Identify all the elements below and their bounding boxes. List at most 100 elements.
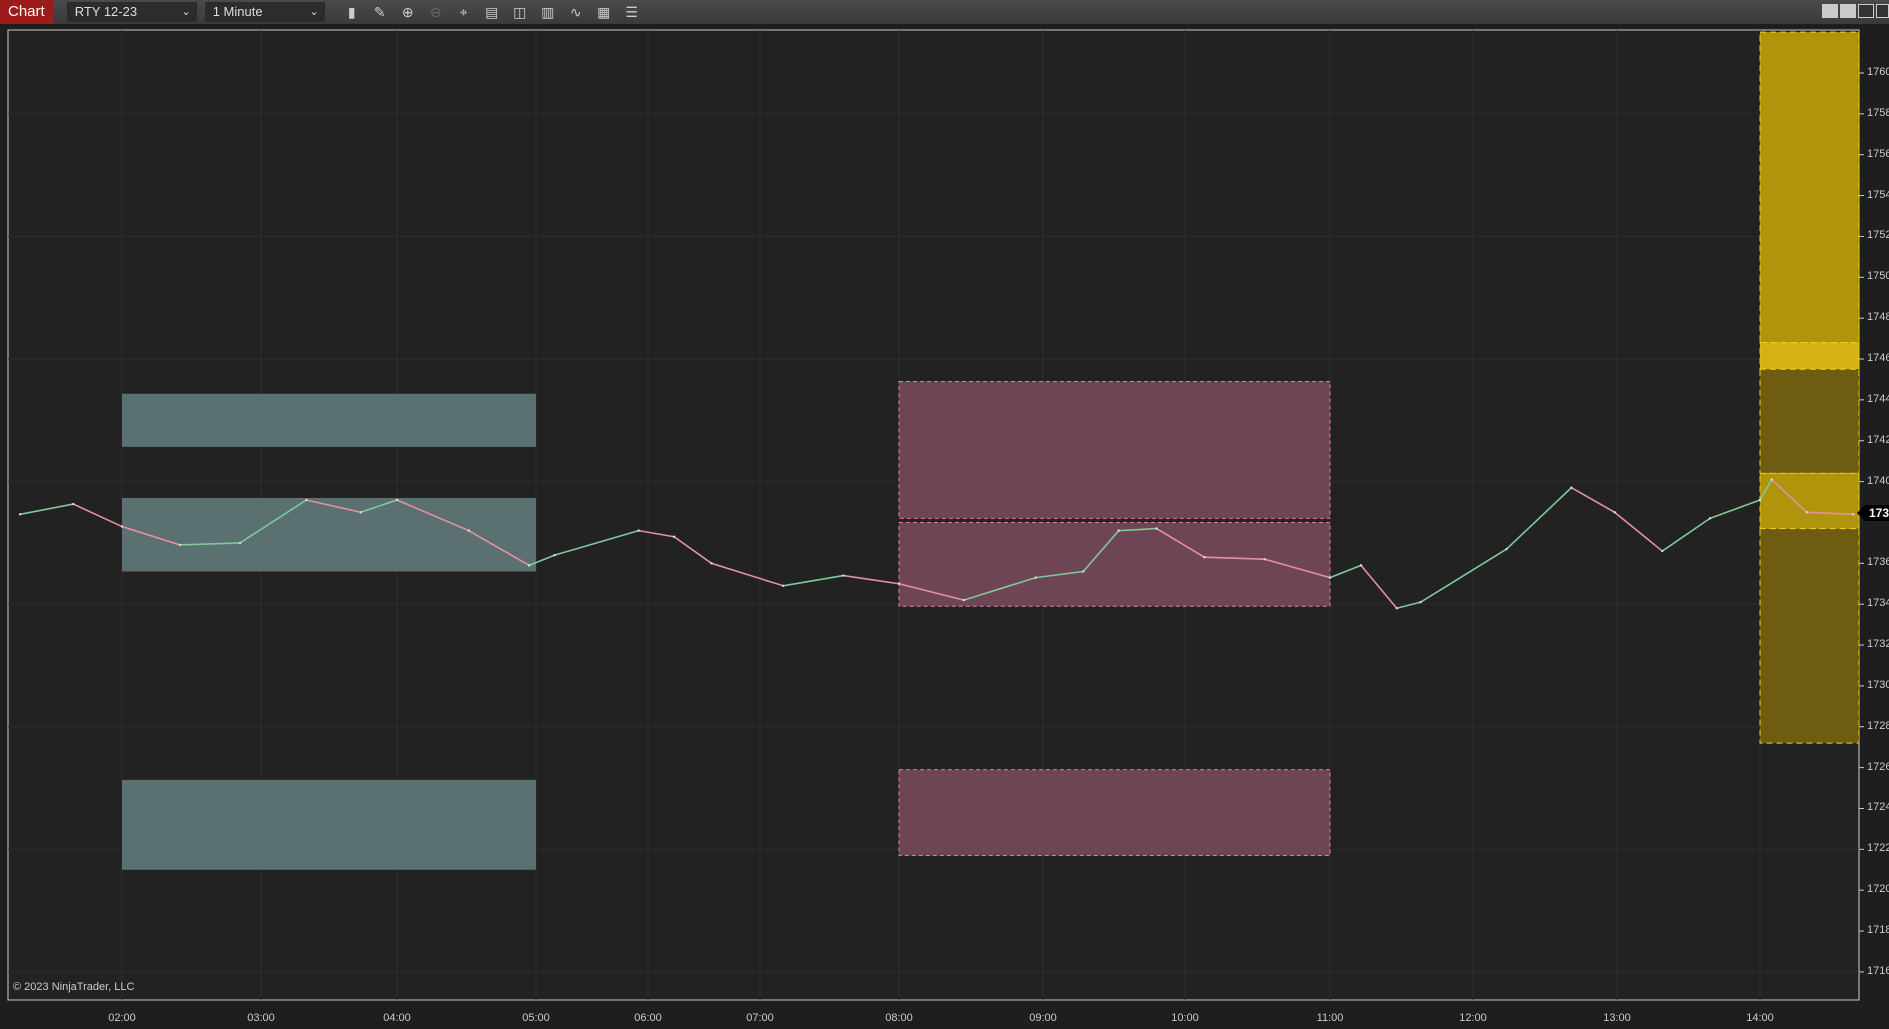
y-axis-label: 1740	[1867, 474, 1889, 487]
chart-toolbar: Chart RTY 12-23 ⌄ 1 Minute ⌄ ▮ ✎ ⊕ ⊖ ⌖ ▤ ◫ ▥ ∿ ▦ ☰	[0, 0, 1889, 24]
price-point	[962, 598, 965, 602]
x-axis-label: 12:00	[1459, 1012, 1487, 1024]
y-axis-label: 1720	[1867, 883, 1889, 896]
y-axis-label: 1734	[1867, 597, 1889, 610]
price-point	[1708, 517, 1712, 520]
strategies-icon[interactable]: ∿	[565, 2, 587, 22]
y-axis-label: 1754	[1867, 188, 1889, 201]
price-point	[1328, 576, 1332, 579]
minimize-button[interactable]	[1858, 4, 1874, 18]
y-axis-label: 1752	[1867, 229, 1889, 242]
indicators-icon[interactable]: ▦	[593, 2, 615, 22]
price-point	[710, 562, 713, 565]
price-point	[305, 498, 308, 502]
y-axis-label: 1748	[1867, 311, 1889, 324]
price-point	[1570, 486, 1573, 489]
price-point	[637, 529, 640, 532]
chevron-down-icon: ⌄	[309, 6, 319, 18]
y-axis-label: 1716	[1867, 964, 1889, 977]
x-axis-label: 13:00	[1603, 1012, 1631, 1024]
x-axis-label: 10:00	[1171, 1012, 1199, 1024]
x-axis-label: 14:00	[1746, 1012, 1774, 1024]
yellow-light-zone	[1759, 342, 1860, 370]
x-axis-label: 02:00	[108, 1012, 136, 1024]
price-point	[781, 584, 785, 587]
restore-button[interactable]	[1876, 4, 1889, 18]
interval-value: 1 Minute	[212, 4, 263, 19]
chart-tab[interactable]: Chart	[0, 0, 53, 24]
y-axis-label: 1732	[1867, 638, 1889, 651]
price-point	[467, 529, 471, 532]
price-point	[238, 541, 242, 545]
price-point	[842, 574, 845, 577]
y-axis-label: 1724	[1867, 801, 1889, 814]
teal-zone	[122, 497, 536, 572]
bar-type-icon[interactable]: ▮	[341, 2, 363, 22]
data-box-icon[interactable]: ▤	[481, 2, 503, 22]
y-axis-label: 1722	[1867, 842, 1889, 855]
price-point	[1770, 478, 1773, 481]
price-point	[1117, 529, 1120, 532]
price-point	[1852, 513, 1855, 516]
zoom-in-icon[interactable]: ⊕	[397, 2, 419, 22]
price-point	[672, 535, 676, 538]
y-axis-label: 1742	[1867, 433, 1889, 446]
y-axis-label: 1758	[1867, 106, 1889, 119]
y-axis-label: 1726	[1867, 760, 1889, 773]
price-point	[1805, 511, 1808, 514]
crosshair-icon[interactable]: ⌖	[453, 2, 475, 22]
price-point	[553, 553, 556, 557]
price-point	[178, 543, 182, 547]
yellow-zone	[1759, 31, 1860, 344]
drawing-tool-icon[interactable]: ✎	[369, 2, 391, 22]
window-tile2-button[interactable]	[1840, 4, 1856, 18]
y-axis-label: 1718	[1867, 924, 1889, 937]
yellow-dark-zone	[1759, 528, 1860, 744]
price-point	[1419, 600, 1422, 604]
price-point	[1505, 547, 1508, 551]
y-axis-label: 1750	[1867, 270, 1889, 283]
instrument-selector[interactable]: RTY 12-23 ⌄	[66, 2, 197, 22]
price-point	[18, 513, 22, 516]
chart-trader-icon[interactable]: ▥	[537, 2, 559, 22]
object-list-icon[interactable]: ☰	[621, 2, 643, 22]
price-point	[1203, 555, 1206, 559]
price-chart[interactable]	[0, 24, 1889, 1029]
x-axis-label: 04:00	[383, 1012, 411, 1024]
zoom-out-icon[interactable]: ⊖	[425, 2, 447, 22]
y-axis-label: 1744	[1867, 392, 1889, 405]
teal-zone	[122, 393, 536, 447]
properties-icon[interactable]: ◫	[509, 2, 531, 22]
yellow-dark-zone	[1759, 368, 1860, 474]
price-point	[1758, 498, 1762, 502]
price-point	[527, 564, 531, 567]
chevron-down-icon: ⌄	[181, 6, 191, 18]
x-axis-label: 03:00	[247, 1012, 275, 1024]
price-point	[359, 511, 362, 514]
y-axis-label: 1746	[1867, 352, 1889, 365]
price-point	[1359, 564, 1363, 567]
price-point	[1034, 576, 1038, 579]
x-axis-label: 05:00	[522, 1012, 550, 1024]
window-tile-button[interactable]	[1822, 4, 1838, 18]
x-axis-label: 09:00	[1029, 1012, 1057, 1024]
price-point	[1661, 549, 1664, 553]
price-point	[395, 498, 399, 502]
price-point	[1155, 527, 1158, 530]
price-point	[120, 525, 124, 528]
teal-zone	[122, 779, 536, 870]
x-axis-label: 07:00	[746, 1012, 774, 1024]
price-point	[897, 582, 901, 585]
x-axis-label: 06:00	[634, 1012, 662, 1024]
x-axis-label: 11:00	[1316, 1012, 1344, 1024]
interval-selector[interactable]: 1 Minute ⌄	[204, 2, 325, 22]
y-axis-label: 1730	[1867, 678, 1889, 691]
price-point	[1082, 570, 1085, 573]
y-axis-label: 1760	[1867, 66, 1889, 78]
price-point	[1395, 607, 1398, 610]
instrument-value: RTY 12-23	[74, 4, 138, 19]
copyright-text: © 2023 NinjaTrader, LLC	[13, 981, 135, 993]
pink-zone	[898, 380, 1331, 519]
price-point	[1613, 511, 1616, 514]
price-point	[1263, 558, 1266, 561]
